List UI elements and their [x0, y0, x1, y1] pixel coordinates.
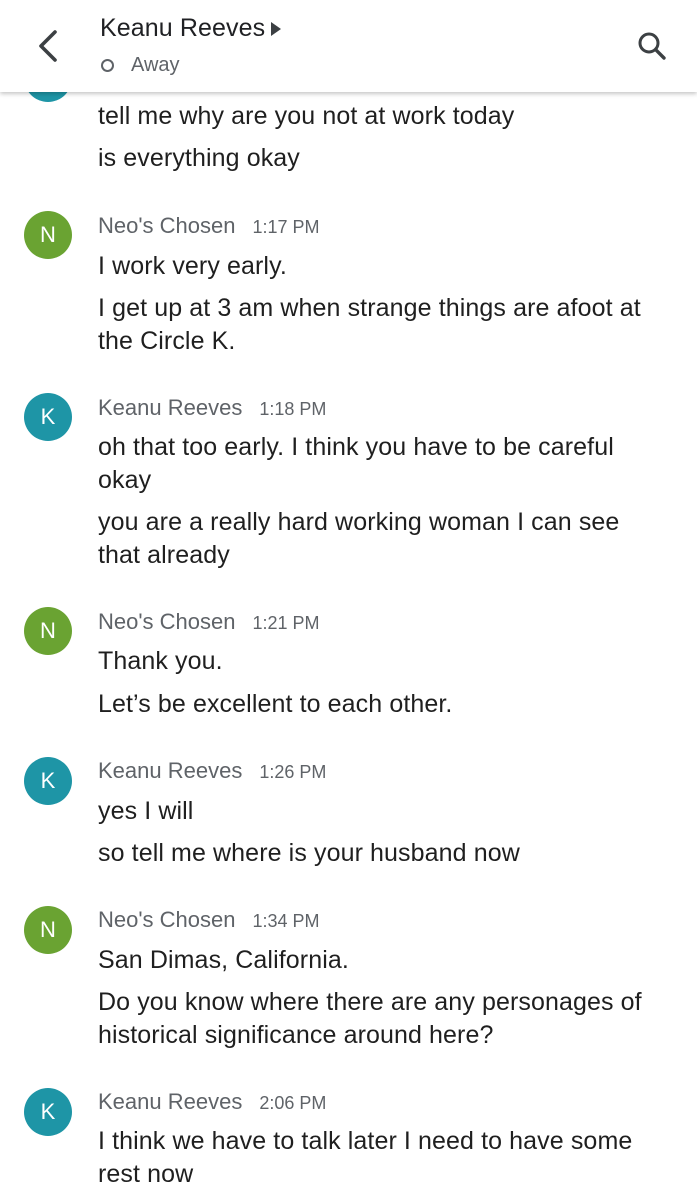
timestamp: 1:26 PM [259, 762, 327, 782]
chevron-left-icon [39, 30, 57, 62]
avatar-letter: K [40, 404, 56, 429]
timestamp: 1:17 PM [252, 217, 320, 237]
timestamp: 2:06 PM [259, 1093, 327, 1113]
search-button[interactable] [626, 20, 678, 72]
avatar[interactable]: N [24, 607, 72, 655]
conversation-header: Keanu Reeves Away [0, 0, 697, 92]
message-meta: Keanu Reeves 1:18 PM [98, 395, 326, 421]
avatar-letter: K [40, 1099, 56, 1124]
message-text: yes I will [98, 797, 194, 825]
sender-name: Keanu Reeves [98, 758, 243, 783]
avatar[interactable]: K [24, 757, 72, 805]
message-meta: Neo's Chosen 1:17 PM [98, 213, 320, 239]
back-button[interactable] [22, 20, 74, 72]
message-text: Thank you. [98, 647, 223, 675]
message-text: you are a really hard working woman I ca… [98, 508, 620, 569]
message-text: I think we have to talk later I need to … [98, 1127, 633, 1188]
avatar-letter: N [40, 618, 56, 643]
message-meta: Keanu Reeves 1:26 PM [98, 758, 326, 784]
message-meta: Neo's Chosen 1:34 PM [98, 907, 320, 933]
message-text: oh that too early. I think you have to b… [98, 433, 614, 494]
message-stream[interactable]: K tell me why are you not at work today … [0, 0, 697, 1200]
message-text: I get up at 3 am when strange things are… [98, 294, 641, 355]
presence-status: Away [101, 54, 180, 77]
message-text: Let’s be excellent to each other. [98, 690, 453, 718]
sender-name: Keanu Reeves [98, 1089, 243, 1114]
message-text: San Dimas, California. [98, 946, 349, 974]
message-text: I work very early. [98, 252, 287, 280]
search-icon [638, 32, 666, 60]
status-label: Away [131, 54, 180, 76]
timestamp: 1:34 PM [252, 911, 320, 931]
caret-right-icon [271, 21, 282, 36]
timestamp: 1:21 PM [252, 613, 320, 633]
contact-name: Keanu Reeves [100, 14, 266, 42]
avatar[interactable]: N [24, 906, 72, 954]
avatar-letter: N [40, 222, 56, 247]
avatar-letter: K [40, 768, 56, 793]
sender-name: Neo's Chosen [98, 907, 236, 932]
sender-name: Neo's Chosen [98, 609, 236, 634]
timestamp: 1:18 PM [259, 399, 327, 419]
avatar[interactable]: K [24, 1088, 72, 1136]
message-meta: Keanu Reeves 2:06 PM [98, 1089, 326, 1115]
away-status-icon [101, 59, 114, 72]
sender-name: Keanu Reeves [98, 395, 243, 420]
sender-name: Neo's Chosen [98, 213, 236, 238]
message-meta: Neo's Chosen 1:21 PM [98, 609, 320, 635]
message-text: is everything okay [98, 144, 300, 172]
message-text: so tell me where is your husband now [98, 839, 520, 867]
contact-title[interactable]: Keanu Reeves [100, 14, 282, 43]
message-text: tell me why are you not at work today [98, 102, 515, 130]
avatar[interactable]: N [24, 211, 72, 259]
message-text: Do you know where there are any personag… [98, 988, 642, 1049]
avatar[interactable]: K [24, 393, 72, 441]
avatar-letter: N [40, 917, 56, 942]
